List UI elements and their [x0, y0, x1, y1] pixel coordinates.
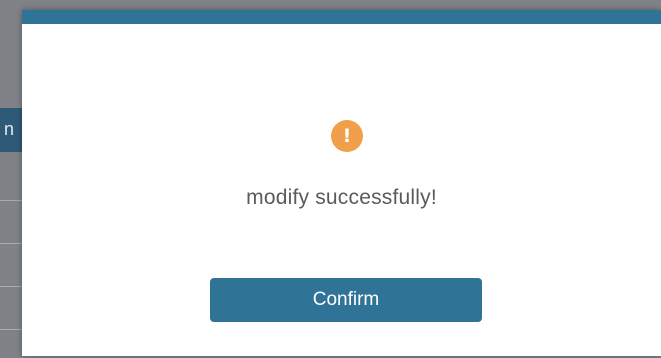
dialog-message: modify successfully!: [246, 186, 437, 209]
background-row-divider: [0, 243, 22, 244]
confirm-button[interactable]: Confirm: [210, 278, 482, 322]
success-dialog: ! modify successfully! Confirm: [22, 10, 661, 356]
background-table-header: n: [0, 108, 22, 152]
background-row-divider: [0, 286, 22, 287]
background-row-divider: [0, 200, 22, 201]
exclamation-circle-icon: !: [331, 120, 363, 152]
dialog-title-bar: [22, 10, 661, 24]
background-header-text: n: [4, 119, 15, 139]
background-row-divider: [0, 329, 22, 330]
